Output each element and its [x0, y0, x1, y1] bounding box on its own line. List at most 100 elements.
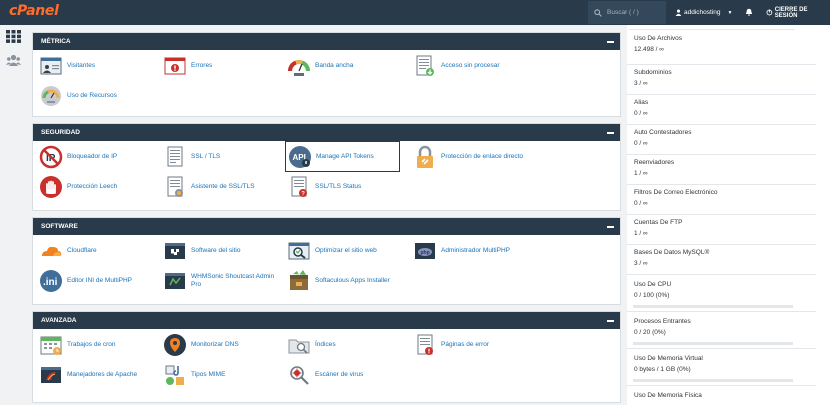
section-software: SOFTWARE Cloudflare Software del sitio O…: [32, 217, 621, 305]
item-label: Manage API Tokens: [316, 152, 374, 160]
item-label: Uso de Recursos: [67, 92, 117, 99]
stat-label: Cuentas De FTP: [634, 219, 683, 226]
page-scrollbar[interactable]: [816, 25, 830, 405]
collapse-icon[interactable]: [607, 225, 614, 228]
multiphp-icon: php: [415, 243, 435, 259]
metrica-acceso-sin-procesar[interactable]: Acceso sin procesar: [413, 52, 533, 80]
item-label: SSL/TLS Status: [315, 183, 362, 190]
stat-label: Procesos Entrantes: [634, 318, 691, 325]
avanzada-tipos-mime[interactable]: Tipos MIME: [163, 361, 283, 389]
metrica-errores[interactable]: Errores: [163, 52, 283, 80]
cpanel-logo[interactable]: cPanel: [9, 3, 59, 19]
left-rail: [0, 25, 28, 405]
site-software-icon: [165, 243, 185, 259]
collapse-icon[interactable]: [607, 319, 614, 322]
virus-scanner-icon: [290, 366, 309, 385]
stat-reenviadores: Reenviadores 1 / ∞: [627, 155, 817, 185]
mime-types-icon: [165, 365, 184, 385]
item-label: Tipos MIME: [191, 371, 226, 378]
software-whmsonic[interactable]: WHMSonic Shoutcast Admin Pro: [163, 267, 283, 295]
shoutcast-icon: [165, 273, 185, 289]
section-header[interactable]: MÉTRICA: [33, 33, 620, 50]
item-label: Protección de enlace directo: [441, 153, 524, 160]
logout-button[interactable]: CIERRE DE SESIÓN: [766, 0, 830, 25]
cpu-usage-bar: [633, 305, 793, 308]
collapse-icon[interactable]: [607, 131, 614, 134]
item-label: Visitantes: [67, 62, 96, 69]
stat-filtros-de-correo: Filtros De Correo Electrónico 0 / ∞: [627, 185, 817, 215]
section-header[interactable]: SEGURIDAD: [33, 124, 620, 141]
virtual-memory-bar: [633, 379, 793, 382]
stat-value: 0 / ∞: [634, 200, 648, 207]
stat-value: 0 / 20 (0%): [634, 329, 666, 336]
apache-handlers-icon: [41, 367, 61, 383]
section-title: SEGURIDAD: [41, 129, 81, 136]
seguridad-manage-api-tokens[interactable]: API Manage API Tokens: [285, 141, 400, 172]
search-icon: [594, 8, 602, 17]
software-softaculous[interactable]: Softaculous Apps Installer: [287, 267, 407, 295]
stat-label: Auto Contestadores: [634, 129, 692, 136]
software-cloudflare[interactable]: Cloudflare: [39, 237, 159, 265]
section-title: MÉTRICA: [41, 38, 71, 45]
avanzada-manejadores-de-apache[interactable]: Manejadores de Apache: [39, 361, 159, 389]
avanzada-trabajos-de-cron[interactable]: Trabajos de cron: [39, 331, 159, 359]
user-menu[interactable]: addichosting ▼: [675, 0, 732, 25]
leech-hand-icon: [40, 176, 62, 198]
section-header[interactable]: SOFTWARE: [33, 218, 620, 235]
item-label: Asistente de SSL/TLS: [191, 183, 255, 190]
avanzada-paginas-de-error[interactable]: Páginas de error: [413, 331, 533, 359]
logout-icon: [766, 9, 773, 16]
stat-label: Uso De CPU: [634, 281, 672, 288]
seguridad-proteccion-enlace-directo[interactable]: Protección de enlace directo: [413, 143, 533, 171]
search-input[interactable]: [607, 9, 663, 16]
search-box[interactable]: [588, 1, 666, 24]
seguridad-ssl-tls[interactable]: SSL / TLS: [163, 143, 283, 171]
seguridad-ssl-tls-status[interactable]: ? SSL/TLS Status: [287, 173, 407, 201]
section-metrica: MÉTRICA Visitantes Errores Banda ancha A…: [32, 32, 621, 117]
stat-subdominios: Subdominios 3 / ∞: [627, 65, 817, 95]
section-title: AVANZADA: [41, 317, 77, 324]
stat-value: 0 / 100 (0%): [634, 292, 670, 299]
avanzada-indices[interactable]: Índices: [287, 331, 407, 359]
software-administrador-multiphp[interactable]: php Administrador MultiPHP: [413, 237, 533, 265]
stat-label: Subdominios: [634, 69, 672, 76]
error-pages-icon: [417, 334, 433, 355]
item-label: SSL / TLS: [191, 153, 221, 160]
users-icon[interactable]: [6, 54, 21, 67]
item-label: Acceso sin procesar: [441, 62, 500, 69]
item-label: Índices: [315, 341, 336, 348]
item-label: Optimizar el sitio web: [315, 247, 377, 254]
stat-alias: Alias 0 / ∞: [627, 95, 817, 125]
software-editor-ini-multiphp[interactable]: .ini Editor INI de MultiPHP: [39, 267, 159, 295]
item-label: Bloqueador de IP: [67, 153, 118, 160]
software-software-del-sitio[interactable]: Software del sitio: [163, 237, 283, 265]
section-header[interactable]: AVANZADA: [33, 312, 620, 329]
metrica-visitantes[interactable]: Visitantes: [39, 52, 159, 80]
svg-text:?: ?: [301, 192, 305, 198]
metrica-banda-ancha[interactable]: Banda ancha: [287, 52, 407, 80]
avanzada-monitorizar-dns[interactable]: Monitorizar DNS: [163, 331, 283, 359]
svg-text:.ini: .ini: [43, 277, 58, 288]
cloudflare-icon: [42, 246, 62, 256]
stat-label: Uso De Memoria Virtual: [634, 355, 703, 362]
item-label: Escáner de virus: [315, 371, 364, 378]
bandwidth-gauge-icon: [287, 59, 311, 76]
bell-icon[interactable]: [745, 8, 753, 16]
metrica-uso-de-recursos[interactable]: Uso de Recursos: [39, 82, 159, 110]
avanzada-escaner-de-virus[interactable]: Escáner de virus: [287, 361, 407, 389]
stat-procesos-entrantes: Procesos Entrantes 0 / 20 (0%): [627, 312, 817, 349]
item-label: Protección Leech: [67, 183, 118, 190]
seguridad-bloqueador-de-ip[interactable]: IP Bloqueador de IP: [39, 143, 159, 171]
main-content: MÉTRICA Visitantes Errores Banda ancha A…: [28, 25, 623, 405]
item-label: Banda ancha: [315, 62, 354, 69]
item-label: Monitorizar DNS: [191, 341, 239, 348]
processes-usage-bar: [633, 342, 793, 345]
stat-value: 3 / ∞: [634, 80, 648, 87]
top-bar: cPanel addichosting ▼ CIERRE DE SESIÓN: [0, 0, 830, 25]
software-optimizar-sitio-web[interactable]: Optimizar el sitio web: [287, 237, 407, 265]
ssl-wizard-icon: [167, 176, 183, 197]
grid-icon[interactable]: [6, 30, 21, 43]
collapse-icon[interactable]: [607, 40, 614, 43]
seguridad-proteccion-leech[interactable]: Protección Leech: [39, 173, 159, 201]
seguridad-asistente-ssl-tls[interactable]: Asistente de SSL/TLS: [163, 173, 283, 201]
